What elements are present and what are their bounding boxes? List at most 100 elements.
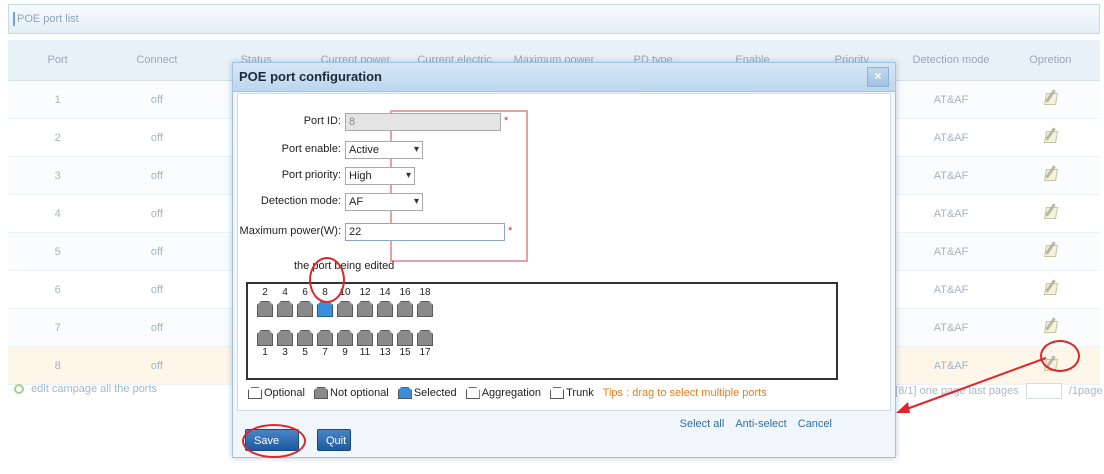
port-18[interactable]: [417, 301, 433, 317]
col-detection-mode: Detection mode: [901, 40, 1001, 81]
col-connect: Connect: [107, 40, 207, 81]
max-power-label: Maximum power(W):: [239, 225, 341, 237]
cell-mode: AT&AF: [901, 156, 1001, 195]
port-4[interactable]: [277, 301, 293, 317]
cell-connect: off: [107, 346, 207, 385]
cell-operation: [1000, 156, 1100, 195]
optional-port-icon: [248, 387, 262, 400]
cell-connect: off: [107, 194, 207, 233]
edit-icon[interactable]: [1043, 205, 1057, 219]
port-17[interactable]: [417, 330, 433, 346]
port-14[interactable]: [377, 301, 393, 317]
max-power-input[interactable]: 22: [345, 223, 505, 241]
page-input[interactable]: [1025, 383, 1062, 399]
max-power-row: Maximum power(W): 22 *: [238, 222, 738, 244]
port-11[interactable]: [357, 330, 373, 346]
port-priority-label: Port priority:: [281, 169, 341, 181]
port-2[interactable]: [257, 301, 273, 317]
port-7[interactable]: [317, 330, 333, 346]
edit-icon[interactable]: [1043, 319, 1057, 333]
port-label: 4: [282, 287, 288, 298]
port-priority-select[interactable]: High: [345, 167, 415, 185]
dialog-title: POE port configuration: [239, 69, 382, 84]
edit-icon[interactable]: [1043, 243, 1057, 257]
cell-port: 1: [8, 80, 108, 119]
port-label: 18: [419, 287, 431, 298]
port-3[interactable]: [277, 330, 293, 346]
pagination-label: 8/[8/1] one page last pages: [886, 384, 1019, 397]
detection-mode-row: Detection mode: AF: [238, 192, 738, 214]
required-mark: *: [504, 115, 509, 127]
detection-mode-select[interactable]: AF: [345, 193, 423, 211]
port-15[interactable]: [397, 330, 413, 346]
cell-mode: AT&AF: [901, 118, 1001, 157]
port-5[interactable]: [297, 330, 313, 346]
legend-not-optional-label: Not optional: [330, 387, 389, 400]
port-12[interactable]: [357, 301, 373, 317]
port-label: 9: [342, 347, 348, 358]
cell-operation: [1000, 194, 1100, 233]
port-enable-value: Active: [349, 144, 379, 156]
edit-icon[interactable]: [1043, 129, 1057, 143]
cell-mode: AT&AF: [901, 308, 1001, 347]
cell-connect: off: [107, 80, 207, 119]
edit-all-ports-label: edit campage all the ports: [31, 383, 158, 395]
annotation-circle-edit: [1040, 340, 1080, 372]
annotation-circle-port: [309, 257, 345, 303]
cell-port: 3: [8, 156, 108, 195]
cell-connect: off: [107, 308, 207, 347]
port-16[interactable]: [397, 301, 413, 317]
settings-icon: [14, 384, 24, 395]
port-enable-select[interactable]: Active: [345, 141, 423, 159]
edit-icon[interactable]: [1043, 91, 1057, 105]
drag-tips: Tips : drag to select multiple ports: [602, 387, 767, 399]
edit-icon[interactable]: [1043, 167, 1057, 181]
port-10[interactable]: [337, 301, 353, 317]
panel-title: POE port list: [17, 13, 79, 25]
port-label: 13: [379, 347, 391, 358]
port-label: 17: [419, 347, 431, 358]
port-label: 2: [262, 287, 268, 298]
dialog-body: Port ID: 8 * Port enable: Active Port pr…: [237, 93, 891, 430]
annotation-circle-save: [242, 424, 306, 458]
port-8-selected[interactable]: [317, 301, 333, 317]
dialog-footer: Save edit Quit: [233, 415, 895, 469]
port-label: 12: [359, 287, 371, 298]
edit-all-ports-link[interactable]: edit campage all the ports: [14, 383, 157, 395]
port-label: 15: [399, 347, 411, 358]
legend-selected: Selected: [397, 387, 457, 400]
legend-aggregation: Aggregation: [465, 387, 541, 400]
close-button[interactable]: ×: [867, 67, 889, 87]
pagination: 8/[8/1] one page last pages /1page: [886, 383, 1103, 399]
cell-mode: AT&AF: [901, 194, 1001, 233]
port-9[interactable]: [337, 330, 353, 346]
cell-connect: off: [107, 232, 207, 271]
port-6[interactable]: [297, 301, 313, 317]
port-id-field: 8: [345, 113, 501, 131]
col-port: Port: [8, 40, 108, 81]
cell-operation: [1000, 270, 1100, 309]
cell-mode: AT&AF: [901, 80, 1001, 119]
legend-optional-label: Optional: [264, 387, 305, 400]
cell-mode: AT&AF: [901, 270, 1001, 309]
quit-button[interactable]: Quit: [317, 429, 351, 451]
cell-operation: [1000, 232, 1100, 271]
cell-mode: AT&AF: [901, 232, 1001, 271]
panel-header: POE port list: [8, 4, 1100, 34]
port-1[interactable]: [257, 330, 273, 346]
cell-port: 6: [8, 270, 108, 309]
port-label: 3: [282, 347, 288, 358]
port-label: 14: [379, 287, 391, 298]
legend-optional: Optional: [248, 387, 305, 400]
cell-mode: AT&AF: [901, 346, 1001, 385]
port-label: 11: [359, 347, 371, 358]
not-optional-port-icon: [314, 387, 329, 400]
required-mark: *: [508, 225, 513, 237]
port-13[interactable]: [377, 330, 393, 346]
edit-icon[interactable]: [1043, 281, 1057, 295]
cell-operation: [1000, 118, 1100, 157]
cell-port: 2: [8, 118, 108, 157]
cell-port: 7: [8, 308, 108, 347]
port-label: 5: [302, 347, 308, 358]
cell-connect: off: [107, 118, 207, 157]
